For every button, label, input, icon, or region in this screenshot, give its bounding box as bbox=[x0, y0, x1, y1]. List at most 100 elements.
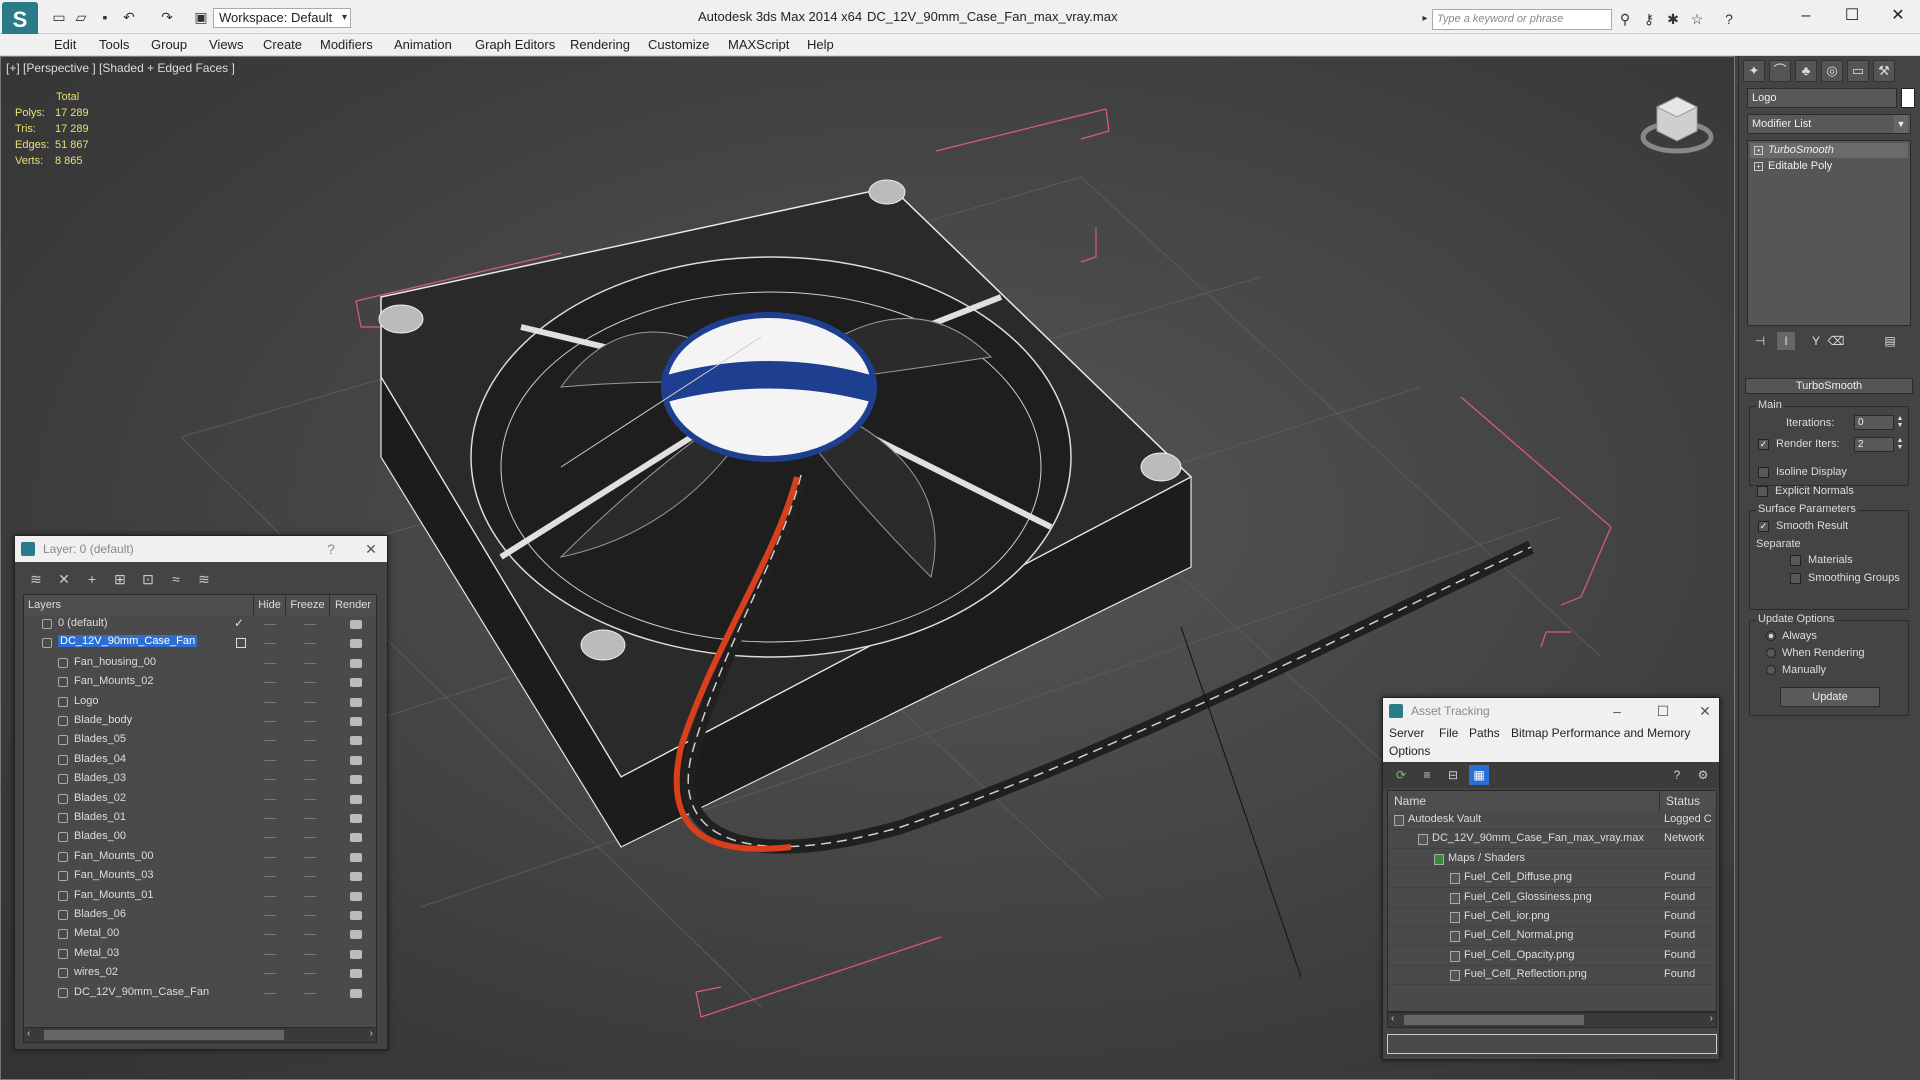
layer-name[interactable]: Blades_03 bbox=[74, 772, 126, 784]
asset-horizontal-scrollbar[interactable]: ‹ › bbox=[1387, 1012, 1717, 1028]
minimize-icon[interactable]: – bbox=[1786, 4, 1826, 28]
hide-toggle[interactable] bbox=[264, 740, 276, 742]
layer-name[interactable]: Logo bbox=[74, 695, 98, 707]
layer-name[interactable]: 0 (default) bbox=[58, 617, 108, 629]
layer-name[interactable]: Metal_00 bbox=[74, 927, 119, 939]
render-teapot-icon[interactable] bbox=[350, 639, 362, 649]
hide-toggle[interactable] bbox=[264, 759, 276, 761]
freeze-toggle[interactable] bbox=[304, 934, 316, 936]
freeze-toggle[interactable] bbox=[304, 876, 316, 878]
layer-name[interactable]: wires_02 bbox=[74, 966, 118, 978]
configure-sets-icon[interactable]: ▤ bbox=[1881, 332, 1899, 350]
layer-name[interactable]: Fan_Mounts_02 bbox=[74, 675, 154, 687]
scroll-left-icon[interactable]: ‹ bbox=[27, 1028, 30, 1039]
stack-item-turbosmooth[interactable]: • TurboSmooth bbox=[1750, 143, 1908, 158]
render-teapot-icon[interactable] bbox=[350, 852, 362, 862]
remove-modifier-icon[interactable]: ⌫ bbox=[1827, 332, 1845, 350]
layer-name[interactable]: Blade_body bbox=[74, 714, 132, 726]
menu-modifiers[interactable]: Modifiers bbox=[320, 37, 373, 52]
hide-all-icon[interactable]: ≈ bbox=[165, 568, 187, 590]
freeze-toggle[interactable] bbox=[304, 624, 316, 625]
freeze-toggle[interactable] bbox=[304, 818, 316, 819]
menu-customize[interactable]: Customize bbox=[648, 37, 709, 52]
render-teapot-icon[interactable] bbox=[350, 911, 362, 920]
help-icon[interactable]: ? bbox=[1720, 10, 1738, 28]
render-teapot-icon[interactable] bbox=[350, 678, 362, 688]
freeze-toggle[interactable] bbox=[304, 759, 316, 761]
hide-toggle[interactable] bbox=[264, 973, 276, 975]
menu-views[interactable]: Views bbox=[209, 37, 243, 52]
close-icon[interactable]: ✕ bbox=[1878, 4, 1918, 28]
render-teapot-icon[interactable] bbox=[350, 930, 362, 940]
layer-name[interactable]: Metal_03 bbox=[74, 947, 119, 959]
render-iters-spinner[interactable]: 2 bbox=[1854, 437, 1894, 452]
menu-edit[interactable]: Edit bbox=[54, 37, 76, 52]
make-active-checkbox[interactable] bbox=[236, 638, 246, 649]
smoothing-groups-checkbox[interactable] bbox=[1790, 573, 1801, 584]
active-layer-check-icon[interactable]: ✓ bbox=[234, 616, 244, 630]
col-name[interactable]: Name bbox=[1388, 791, 1660, 811]
layer-settings-icon[interactable]: ≋ bbox=[25, 568, 47, 590]
freeze-toggle[interactable] bbox=[304, 740, 316, 742]
hide-toggle[interactable] bbox=[264, 662, 276, 664]
scroll-thumb[interactable] bbox=[1404, 1015, 1584, 1025]
layer-list[interactable]: Layers Hide Freeze Render 0 (default) ✓ DC… bbox=[23, 594, 377, 1034]
scroll-right-icon[interactable]: › bbox=[1710, 1013, 1713, 1024]
render-teapot-icon[interactable] bbox=[350, 891, 362, 901]
undo-icon[interactable]: ↶ bbox=[120, 8, 138, 26]
maximize-icon[interactable]: ☐ bbox=[1832, 4, 1872, 28]
layer-row[interactable]: Fan_Mounts_02 bbox=[24, 673, 376, 692]
render-teapot-icon[interactable] bbox=[350, 814, 362, 823]
scroll-left-icon[interactable]: ‹ bbox=[1391, 1013, 1394, 1024]
utilities-tab-icon[interactable]: ⚒ bbox=[1873, 60, 1895, 82]
isoline-checkbox[interactable] bbox=[1758, 467, 1769, 478]
layer-row[interactable]: Blades_03 bbox=[24, 770, 376, 789]
layer-row[interactable]: 0 (default) ✓ bbox=[24, 615, 376, 634]
hide-toggle[interactable] bbox=[264, 915, 276, 916]
layer-horizontal-scrollbar[interactable]: ‹ › bbox=[23, 1027, 377, 1043]
expand-icon[interactable]: + bbox=[1754, 162, 1763, 171]
freeze-toggle[interactable] bbox=[304, 721, 316, 722]
spinner-arrows-icon[interactable]: ▲ ▼ bbox=[1896, 415, 1904, 430]
viewcube-icon[interactable] bbox=[1639, 87, 1719, 157]
render-iters-checkbox[interactable]: ✓ bbox=[1758, 439, 1769, 450]
when-rendering-radio[interactable] bbox=[1766, 648, 1776, 658]
render-teapot-icon[interactable] bbox=[350, 988, 362, 998]
connect-icon[interactable]: ✱ bbox=[1664, 10, 1682, 28]
layer-name[interactable]: Fan_Mounts_03 bbox=[74, 869, 154, 881]
workspace-dropdown[interactable]: Workspace: Default bbox=[213, 8, 351, 28]
layer-row[interactable]: Blades_00 bbox=[24, 828, 376, 847]
render-teapot-icon[interactable] bbox=[350, 872, 362, 882]
hide-toggle[interactable] bbox=[264, 701, 276, 703]
menu-maxscript[interactable]: MAXScript bbox=[728, 37, 789, 52]
freeze-toggle[interactable] bbox=[304, 915, 316, 916]
layer-name[interactable]: Fan_housing_00 bbox=[74, 656, 156, 668]
close-icon[interactable]: ✕ bbox=[357, 536, 385, 562]
asset-row[interactable]: Fuel_Cell_Diffuse.png Found bbox=[1388, 869, 1716, 889]
layer-name[interactable]: Blades_01 bbox=[74, 811, 126, 823]
layer-name[interactable]: DC_12V_90mm_Case_Fan bbox=[58, 635, 198, 648]
menu-create[interactable]: Create bbox=[263, 37, 302, 52]
display-tab-icon[interactable]: ▭ bbox=[1847, 60, 1869, 82]
save-icon[interactable]: ▪ bbox=[96, 8, 114, 26]
refresh-icon[interactable]: ⟳ bbox=[1391, 765, 1411, 785]
layer-row[interactable]: Blade_body bbox=[24, 712, 376, 731]
freeze-toggle[interactable] bbox=[304, 798, 316, 800]
freeze-toggle[interactable] bbox=[304, 953, 316, 955]
materials-checkbox[interactable] bbox=[1790, 555, 1801, 566]
modify-tab-icon[interactable]: ⌒ bbox=[1769, 60, 1791, 82]
lightbulb-icon[interactable]: • bbox=[1754, 146, 1763, 155]
layer-row[interactable]: Blades_06 bbox=[24, 906, 376, 925]
layer-row[interactable]: Fan_Mounts_03 bbox=[24, 867, 376, 886]
layer-row[interactable]: Metal_00 bbox=[24, 925, 376, 944]
list-view-icon[interactable]: ≡ bbox=[1417, 765, 1437, 785]
tree-view-icon[interactable]: ⊟ bbox=[1443, 765, 1463, 785]
freeze-toggle[interactable] bbox=[304, 779, 316, 781]
spinner-arrows-icon[interactable]: ▲ ▼ bbox=[1896, 437, 1904, 452]
render-teapot-icon[interactable] bbox=[350, 658, 362, 668]
freeze-toggle[interactable] bbox=[304, 992, 316, 994]
freeze-toggle[interactable] bbox=[304, 643, 316, 645]
hide-toggle[interactable] bbox=[264, 876, 276, 878]
workspace-chevron-icon[interactable]: ▾ bbox=[342, 8, 354, 28]
layer-name[interactable]: Blades_00 bbox=[74, 830, 126, 842]
